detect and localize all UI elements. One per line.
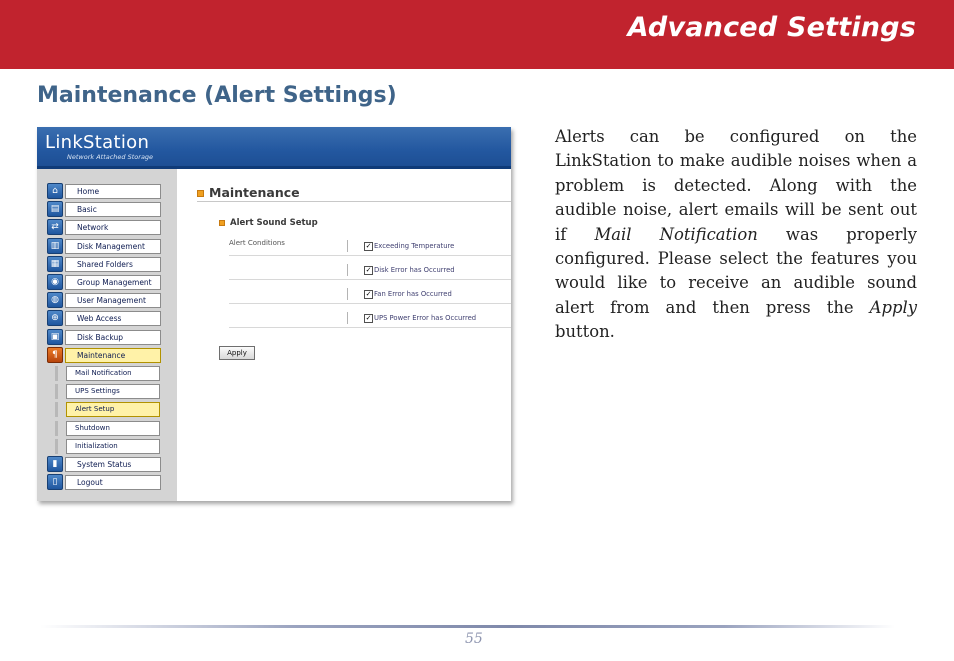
checkbox-disk-error-has-occurred[interactable]: ✓ bbox=[364, 266, 373, 275]
sidebar-item-label: Web Access bbox=[77, 314, 122, 324]
system-status-icon: ▮ bbox=[47, 456, 63, 472]
checkbox-exceeding-temperature[interactable]: ✓ bbox=[364, 242, 373, 251]
sidebar-item-network[interactable]: Network bbox=[65, 220, 161, 236]
disk-backup-icon: ▣ bbox=[47, 328, 63, 345]
condition-label: Fan Error has Occurred bbox=[374, 290, 452, 298]
sidebar-item-label: Home bbox=[77, 187, 100, 196]
brand-tagline: Network Attached Storage bbox=[67, 153, 154, 161]
sidebar-item-shutdown[interactable]: Shutdown bbox=[66, 420, 160, 436]
sidebar-item-mail-notification[interactable]: Mail Notification bbox=[66, 366, 160, 381]
row-divider bbox=[229, 279, 511, 280]
condition-label: UPS Power Error has Occurred bbox=[374, 314, 477, 322]
section-title: Advanced Settings bbox=[627, 12, 916, 43]
maintenance-panel: Maintenance Alert Sound Setup Alert Cond… bbox=[177, 169, 511, 501]
sidebar-item-basic[interactable]: Basic bbox=[65, 202, 161, 218]
sidebar-item-initialization[interactable]: Initialization bbox=[66, 438, 160, 454]
basic-icon: ▤ bbox=[47, 201, 63, 218]
sidebar-item-label: Logout bbox=[77, 478, 103, 488]
subtitle-bullet-icon bbox=[219, 220, 225, 226]
submenu-indent bbox=[55, 384, 58, 400]
sidebar-item-user-management[interactable]: User Management bbox=[65, 293, 161, 309]
home-icon: ⌂ bbox=[47, 183, 63, 199]
brand-logo: LinkStation bbox=[45, 132, 150, 153]
title-bullet-icon bbox=[197, 190, 204, 197]
submenu-indent bbox=[55, 438, 58, 454]
sidebar-item-label: Alert Setup bbox=[75, 405, 115, 414]
disk-management-icon: ▥ bbox=[47, 237, 63, 254]
apply-button[interactable]: Apply bbox=[219, 346, 255, 360]
page-number: 55 bbox=[465, 631, 483, 647]
condition-label: Exceeding Temperature bbox=[374, 242, 455, 250]
column-divider bbox=[347, 288, 348, 300]
sidebar-item-label: UPS Settings bbox=[75, 387, 120, 396]
sidebar-item-label: Basic bbox=[77, 205, 97, 215]
linkstation-screenshot: LinkStation Network Attached Storage ⌂ Ho… bbox=[37, 127, 511, 501]
sidebar-item-group-management[interactable]: Group Management bbox=[65, 275, 161, 290]
shared-folders-icon: ▦ bbox=[47, 255, 63, 272]
group-icon: ◉ bbox=[47, 274, 63, 290]
title-divider bbox=[197, 201, 511, 202]
section-subtitle: Alert Sound Setup bbox=[230, 218, 318, 228]
sidebar-item-web-access[interactable]: Web Access bbox=[65, 311, 161, 327]
sidebar-item-logout[interactable]: Logout bbox=[65, 475, 161, 491]
row-divider bbox=[229, 327, 511, 328]
user-icon: ◍ bbox=[47, 292, 63, 309]
column-divider bbox=[347, 312, 348, 324]
logout-icon: ▯ bbox=[47, 474, 63, 491]
body-paragraph: Alerts can be configured on the LinkStat… bbox=[555, 125, 917, 345]
sidebar: ⌂ Home ▤ Basic ⇄ Network ▥ Disk Management ▦ Shar… bbox=[37, 169, 177, 501]
submenu-indent bbox=[55, 420, 58, 436]
row-divider bbox=[229, 255, 511, 256]
linkstation-header: LinkStation Network Attached Storage bbox=[37, 127, 511, 169]
checkbox-fan-error-has-occurred[interactable]: ✓ bbox=[364, 290, 373, 299]
sidebar-item-label: Group Management bbox=[77, 278, 152, 287]
submenu-indent bbox=[55, 366, 58, 381]
maintenance-icon: ¶ bbox=[47, 346, 63, 363]
web-access-icon: ⊕ bbox=[47, 310, 63, 327]
sidebar-item-label: Initialization bbox=[75, 441, 118, 450]
sidebar-item-label: Shutdown bbox=[75, 423, 110, 432]
submenu-indent bbox=[55, 402, 58, 418]
sidebar-item-disk-management[interactable]: Disk Management bbox=[65, 238, 161, 254]
sidebar-item-disk-backup[interactable]: Disk Backup bbox=[65, 329, 161, 345]
sidebar-item-label: Disk Management bbox=[77, 241, 145, 251]
alert-conditions-label: Alert Conditions bbox=[229, 239, 285, 247]
sidebar-item-label: Network bbox=[77, 223, 109, 233]
footer-divider bbox=[40, 625, 895, 628]
body-text-part3: button. bbox=[555, 322, 615, 342]
sidebar-item-label: Mail Notification bbox=[75, 369, 132, 377]
sidebar-item-system-status[interactable]: System Status bbox=[65, 457, 161, 472]
sidebar-item-maintenance[interactable]: Maintenance bbox=[65, 347, 161, 363]
row-divider bbox=[229, 303, 511, 304]
sidebar-item-home[interactable]: Home bbox=[65, 184, 161, 199]
sidebar-item-label: System Status bbox=[77, 460, 132, 469]
page-heading: Maintenance (Alert Settings) bbox=[37, 83, 397, 108]
sidebar-item-shared-folders[interactable]: Shared Folders bbox=[65, 256, 161, 272]
header-band: Advanced Settings bbox=[0, 0, 954, 69]
sidebar-item-label: Shared Folders bbox=[77, 259, 133, 269]
sidebar-item-label: Maintenance bbox=[77, 350, 126, 360]
sidebar-item-ups-settings[interactable]: UPS Settings bbox=[66, 384, 160, 400]
apply-emphasis: Apply bbox=[869, 297, 917, 317]
network-icon: ⇄ bbox=[47, 219, 63, 236]
column-divider bbox=[347, 264, 348, 276]
checkbox-ups-power-error-has-occurred[interactable]: ✓ bbox=[364, 314, 373, 323]
column-divider bbox=[347, 240, 348, 252]
mail-notification-emphasis: Mail Notification bbox=[594, 224, 758, 244]
panel-title: Maintenance bbox=[209, 185, 300, 200]
sidebar-item-label: User Management bbox=[77, 296, 146, 306]
sidebar-item-alert-setup[interactable]: Alert Setup bbox=[66, 402, 160, 418]
sidebar-item-label: Disk Backup bbox=[77, 332, 123, 342]
condition-label: Disk Error has Occurred bbox=[374, 266, 455, 274]
